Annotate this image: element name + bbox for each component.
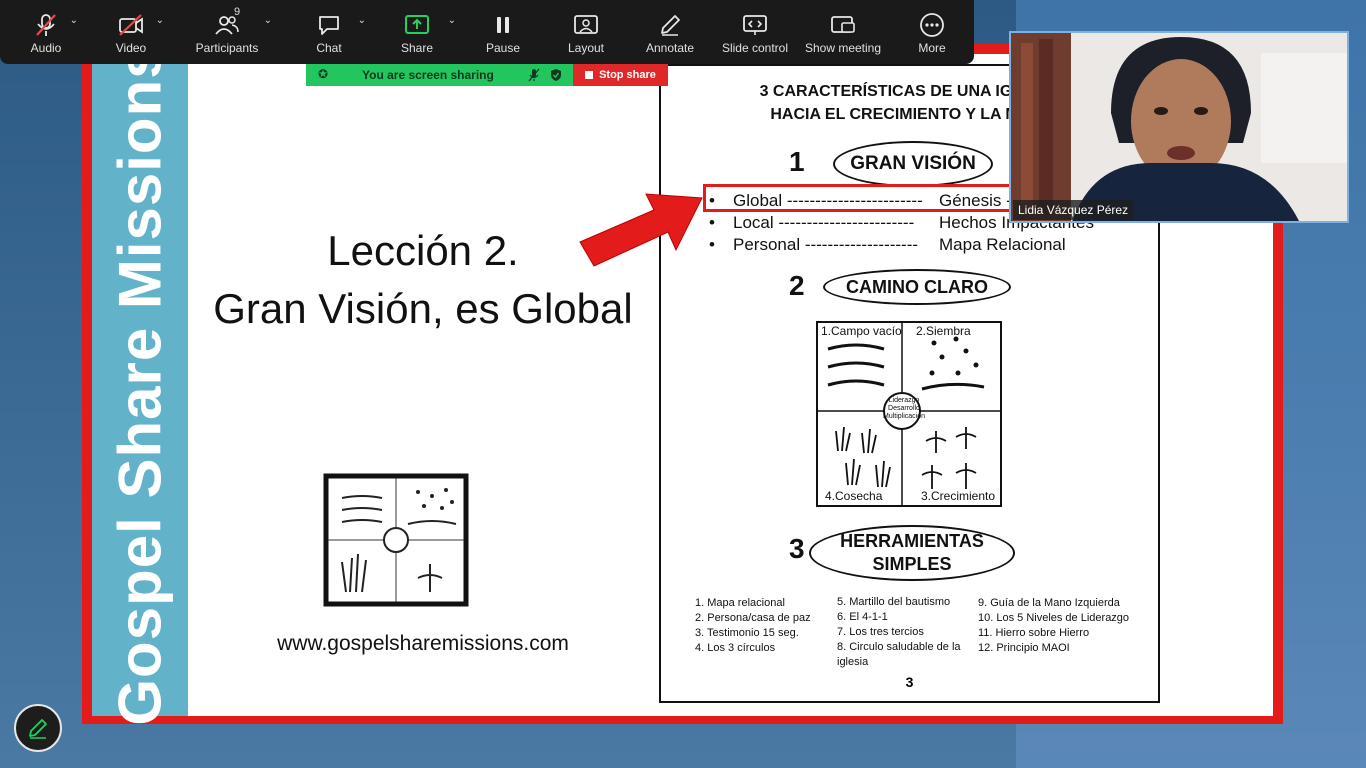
quadrant-label-2: 2.Siembra <box>916 324 971 338</box>
lesson-title-line2: Gran Visión, es Global <box>213 285 633 332</box>
chevron-down-icon[interactable]: ⌄ <box>70 15 78 26</box>
section-3-title: HERRAMIENTAS SIMPLES <box>809 525 1015 581</box>
highlight-box <box>703 184 1015 212</box>
list-item: 8. Circulo saludable de la <box>837 641 961 653</box>
section-3-title-line1: HERRAMIENTAS <box>840 531 984 551</box>
quadrant-label-1: 1.Campo vacío <box>821 324 902 338</box>
section-2-title: CAMINO CLARO <box>823 269 1011 305</box>
list-item: 6. El 4-1-1 <box>837 611 888 623</box>
slide-control-button[interactable]: Slide control <box>714 0 796 64</box>
bullet-left-text: Personal -------------------- <box>733 235 919 254</box>
show-meeting-button[interactable]: Show meeting <box>796 0 890 64</box>
layout-button[interactable]: Layout <box>546 0 626 64</box>
mic-muted-icon[interactable] <box>528 68 540 82</box>
screen-sharing-indicator: ✪ You are screen sharing <box>306 64 573 86</box>
video-label: Video <box>115 41 147 55</box>
list-item: 9. Guía de la Mano Izquierda <box>978 597 1120 609</box>
list-item: iglesia <box>837 656 869 668</box>
share-label: Share <box>400 41 434 55</box>
more-label: More <box>918 41 946 55</box>
sharing-status-text: You are screen sharing <box>362 68 494 82</box>
section-1-number: 1 <box>789 146 805 177</box>
section-3-title-line2: SIMPLES <box>872 554 952 574</box>
mic-muted-icon <box>36 14 56 36</box>
bullet-right-text: Mapa Relacional <box>939 235 1066 254</box>
list-item: 10. Los 5 Niveles de Liderazgo <box>978 612 1130 624</box>
stop-icon <box>585 71 594 79</box>
center-label-3: Multiplicación <box>882 413 926 420</box>
list-item: 5. Martillo del bautismo <box>837 596 951 608</box>
tools-column-2: 5. Martillo del bautismo 6. El 4-1-1 7. … <box>837 595 961 670</box>
share-screen-icon <box>405 15 429 34</box>
shield-icon <box>551 69 561 81</box>
chat-button[interactable]: Chat ⌄ <box>284 0 374 64</box>
pencil-icon <box>661 15 680 36</box>
quadrant-label-3: 3.Crecimiento <box>921 489 996 503</box>
list-item: 3. Testimonio 15 seg. <box>695 627 799 639</box>
website-url: www.gospelsharemissions.com <box>277 632 569 655</box>
list-item: 12. Principio MAOI <box>978 642 1070 654</box>
list-item: 4. Los 3 círculos <box>695 642 776 654</box>
share-button[interactable]: Share ⌄ <box>374 0 460 64</box>
participants-button[interactable]: 9 Participants ⌄ <box>170 0 284 64</box>
pause-label: Pause <box>485 41 521 55</box>
meeting-toolbar: Audio ⌄ Video ⌄ 9 Participants ⌄ Chat ⌄ … <box>0 0 974 64</box>
layout-label: Layout <box>567 41 605 55</box>
chevron-down-icon[interactable]: ⌄ <box>264 15 272 26</box>
red-arrow-annotation <box>579 193 703 267</box>
video-button[interactable]: Video ⌄ <box>92 0 170 64</box>
pencil-icon <box>29 719 47 739</box>
layout-icon <box>574 15 598 34</box>
video-off-icon <box>119 14 143 36</box>
four-fields-diagram <box>323 473 469 607</box>
quadrant-label-4: 4.Cosecha <box>825 489 883 503</box>
participant-video <box>1011 33 1347 221</box>
center-label-2: Desarrollo <box>888 405 920 412</box>
section-1-title: GRAN VISIÓN <box>833 141 993 187</box>
center-label-1: Liderazgo <box>888 397 920 404</box>
bullet-left-text: Local ------------------------ <box>733 213 915 232</box>
participants-label: Participants <box>195 41 259 55</box>
show-meeting-icon <box>831 16 855 33</box>
more-icon <box>920 13 944 37</box>
pause-icon <box>497 17 509 33</box>
audio-button[interactable]: Audio ⌄ <box>0 0 92 64</box>
participant-name-tag: Lidia Vázquez Pérez <box>1013 200 1134 220</box>
pause-button[interactable]: Pause <box>460 0 546 64</box>
list-item: 11. Hierro sobre Hierro <box>978 627 1090 639</box>
chevron-down-icon[interactable]: ⌄ <box>156 15 164 26</box>
list-item: 2. Persona/casa de paz <box>695 612 811 624</box>
section-3-number: 3 <box>789 533 805 564</box>
section-2-number: 2 <box>789 270 805 301</box>
more-button[interactable]: More <box>890 0 974 64</box>
page-number: 3 <box>905 674 914 690</box>
slide-control-icon <box>743 15 767 35</box>
pin-icon[interactable]: ✪ <box>318 67 328 81</box>
screen-share-bar: ✪ You are screen sharing Stop share <box>306 64 668 86</box>
slide-sidebar-brand: Gospel Share Missions <box>106 44 174 726</box>
participant-video-tile[interactable] <box>1009 31 1349 223</box>
participants-count: 9 <box>234 6 241 18</box>
annotate-button[interactable]: Annotate <box>626 0 714 64</box>
chevron-down-icon[interactable]: ⌄ <box>448 15 456 26</box>
chat-label: Chat <box>316 41 342 55</box>
annotate-label: Annotate <box>645 41 695 55</box>
audio-label: Audio <box>30 41 62 55</box>
stop-share-label: Stop share <box>599 69 656 81</box>
tools-column-1: 1. Mapa relacional 2. Persona/casa de pa… <box>695 596 811 656</box>
show-meeting-label: Show meeting <box>804 41 882 55</box>
list-item: • Personal -------------------- Mapa Rel… <box>709 235 1066 254</box>
quadrant-center-text: Liderazgo Desarrollo Multiplicación <box>880 397 928 421</box>
list-item: 7. Los tres tercios <box>837 626 924 638</box>
tools-column-3: 9. Guía de la Mano Izquierda 10. Los 5 N… <box>978 596 1129 656</box>
slide-control-label: Slide control <box>721 41 789 55</box>
list-item: 1. Mapa relacional <box>695 597 785 609</box>
floating-annotate-button[interactable] <box>14 704 62 752</box>
chevron-down-icon[interactable]: ⌄ <box>358 15 366 26</box>
stop-share-button[interactable]: Stop share <box>573 64 668 86</box>
chat-icon <box>319 16 339 35</box>
